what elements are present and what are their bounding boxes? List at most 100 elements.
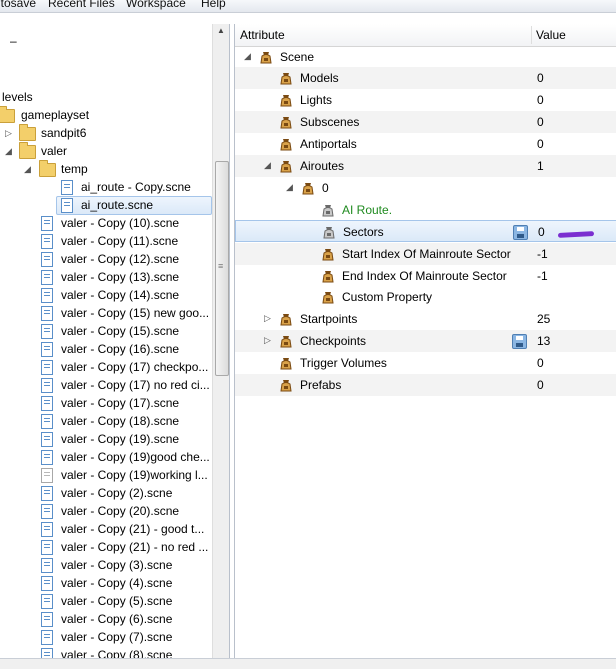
expand-right-icon[interactable]: ▷ (5, 124, 12, 142)
scene-file-icon (41, 522, 53, 537)
tree-item-valer-file[interactable]: valer - Copy (2).scne (0, 484, 210, 502)
tree-item-ai-route-selected[interactable]: ai_route.scne (0, 196, 212, 215)
tree-item-valer-file[interactable]: valer - Copy (12).scne (0, 250, 210, 268)
tree-item-valer-file[interactable]: valer - Copy (5).scne (0, 592, 210, 610)
attribute-value[interactable]: 13 (537, 334, 550, 348)
attribute-row[interactable]: Custom Property (235, 286, 616, 308)
tree-item-valer-file[interactable]: valer - Copy (21) - no red ... (0, 538, 210, 556)
menu-autosave[interactable]: Autosave (0, 0, 36, 11)
attribute-label: Scene (280, 50, 315, 64)
attribute-row[interactable]: Lights 0 (235, 89, 616, 111)
tree-item-valer-file[interactable]: valer - Copy (19)good che... (0, 448, 210, 466)
attribute-value[interactable]: 0 (537, 93, 544, 107)
file-label: ai_route.scne (81, 198, 154, 212)
scene-file-icon (41, 486, 53, 501)
attribute-row[interactable]: Prefabs 0 (235, 374, 616, 396)
scroll-up-icon[interactable]: ▲ (217, 26, 225, 35)
file-label: valer - Copy (14).scne (61, 288, 180, 302)
attribute-row[interactable]: Start Index Of Mainroute Sector -1 (235, 243, 616, 265)
scene-file-icon (41, 576, 53, 591)
attribute-row[interactable]: Antiportals 0 (235, 133, 616, 155)
file-label: valer - Copy (5).scne (61, 594, 173, 608)
attribute-row[interactable]: Models 0 (235, 67, 616, 89)
attributes-pane: Attribute Value ◢ Scene Models 0 Lights 0 Subs… (234, 24, 616, 658)
tree-item-ai-route-copy[interactable]: ai_route - Copy.scne (0, 178, 210, 196)
menu-workspace[interactable]: Workspace (126, 0, 186, 11)
collapse-down-icon[interactable]: ◢ (24, 160, 31, 178)
tree-item-valer-file[interactable]: valer - Copy (17).scne (0, 394, 210, 412)
attribute-value[interactable]: 0 (538, 225, 545, 239)
tree-vertical-scrollbar[interactable]: ▲ ≡ (212, 24, 229, 658)
attribute-row[interactable]: ◢ Airoutes 1 (235, 155, 616, 177)
scrollbar-thumb[interactable]: ≡ (215, 161, 229, 376)
tree-item-valer-file[interactable]: valer - Copy (15).scne (0, 322, 210, 340)
tree-item-valer-file[interactable]: valer - Copy (3).scne (0, 556, 210, 574)
tree-item-valer[interactable]: ◢ valer (0, 142, 210, 160)
menu-recent-files[interactable]: Recent Files (48, 0, 115, 11)
scene-file-icon (41, 630, 53, 645)
collapse-down-icon[interactable]: ◢ (286, 182, 293, 193)
column-header-value[interactable]: Value (536, 28, 566, 42)
attribute-value[interactable]: -1 (537, 247, 548, 261)
file-label: valer - Copy (16).scne (61, 342, 180, 356)
file-label: valer - Copy (3).scne (61, 558, 173, 572)
menu-help[interactable]: Help (201, 0, 226, 11)
tree-item-valer-file[interactable]: valer - Copy (19).scne (0, 430, 210, 448)
collapse-down-icon[interactable]: ◢ (244, 51, 251, 62)
attribute-label: Trigger Volumes (300, 356, 387, 370)
tree-item-valer-file[interactable]: valer - Copy (20).scne (0, 502, 210, 520)
attribute-row[interactable]: AI Route. (235, 199, 616, 221)
collapse-down-icon[interactable]: ◢ (264, 160, 271, 171)
save-icon[interactable] (512, 334, 527, 349)
scene-file-icon (41, 234, 53, 249)
scene-file-icon (41, 216, 53, 231)
attribute-row[interactable]: ◢ 0 (235, 177, 616, 199)
attribute-label: End Index Of Mainroute Sector (342, 269, 507, 283)
tree-item-valer-file[interactable]: valer - Copy (14).scne (0, 286, 210, 304)
tree-item-valer-file[interactable]: valer - Copy (19)working l... (0, 466, 210, 484)
tree-item-valer-file[interactable]: valer - Copy (15) new goo... (0, 304, 210, 322)
tree-item-valer-file[interactable]: valer - Copy (21) - good t... (0, 520, 210, 538)
tree-item-valer-file[interactable]: valer - Copy (6).scne (0, 610, 210, 628)
tree-item-valer-file[interactable]: valer - Copy (17) no red ci... (0, 376, 210, 394)
attribute-value[interactable]: 1 (537, 159, 544, 173)
file-label: valer - Copy (13).scne (61, 270, 180, 284)
tree-item-temp[interactable]: ◢ temp (0, 160, 210, 178)
attribute-value[interactable]: 25 (537, 312, 550, 326)
tree-item-sandpit6[interactable]: ▷ sandpit6 (0, 124, 210, 142)
scene-file-icon (41, 288, 53, 303)
file-label: valer - Copy (21) - good t... (61, 522, 205, 536)
attribute-row[interactable]: ▷ Startpoints 25 (235, 308, 616, 330)
file-label: ai_route - Copy.scne (81, 180, 191, 194)
tree-item-valer-file[interactable]: valer - Copy (17) checkpo... (0, 358, 210, 376)
tree-item-valer-file[interactable]: valer - Copy (13).scne (0, 268, 210, 286)
attribute-value[interactable]: 0 (537, 71, 544, 85)
attribute-row[interactable]: Sectors 0 (235, 220, 616, 242)
collapse-down-icon[interactable]: ◢ (5, 142, 12, 160)
expand-right-icon[interactable]: ▷ (264, 313, 271, 324)
attribute-row[interactable]: ◢ Scene (235, 46, 616, 68)
attribute-row[interactable]: ▷ Checkpoints 13 (235, 330, 616, 352)
attribute-row[interactable]: Subscenes 0 (235, 111, 616, 133)
attribute-value[interactable]: 0 (537, 356, 544, 370)
tree-item-valer-file[interactable]: valer - Copy (8).scne (0, 646, 210, 658)
column-header-attribute[interactable]: Attribute (240, 28, 285, 42)
tree-item-valer-file[interactable]: valer - Copy (11).scne (0, 232, 210, 250)
scene-file-icon (41, 558, 53, 573)
column-divider[interactable] (531, 26, 532, 44)
tree-item-valer-file[interactable]: valer - Copy (18).scne (0, 412, 210, 430)
attribute-value[interactable]: -1 (537, 269, 548, 283)
tree-item-valer-file[interactable]: valer - Copy (4).scne (0, 574, 210, 592)
attribute-row[interactable]: End Index Of Mainroute Sector -1 (235, 265, 616, 287)
tree-item-valer-file[interactable]: valer - Copy (16).scne (0, 340, 210, 358)
expand-right-icon[interactable]: ▷ (264, 335, 271, 346)
attribute-row[interactable]: Trigger Volumes 0 (235, 352, 616, 374)
scene-file-icon (41, 612, 53, 627)
tree-item-gameplayset[interactable]: gameplayset (0, 106, 210, 124)
save-icon[interactable] (513, 225, 528, 240)
attribute-value[interactable]: 0 (537, 137, 544, 151)
tree-item-valer-file[interactable]: valer - Copy (7).scne (0, 628, 210, 646)
tree-item-valer-file[interactable]: valer - Copy (10).scne (0, 214, 210, 232)
attribute-value[interactable]: 0 (537, 115, 544, 129)
attribute-value[interactable]: 0 (537, 378, 544, 392)
